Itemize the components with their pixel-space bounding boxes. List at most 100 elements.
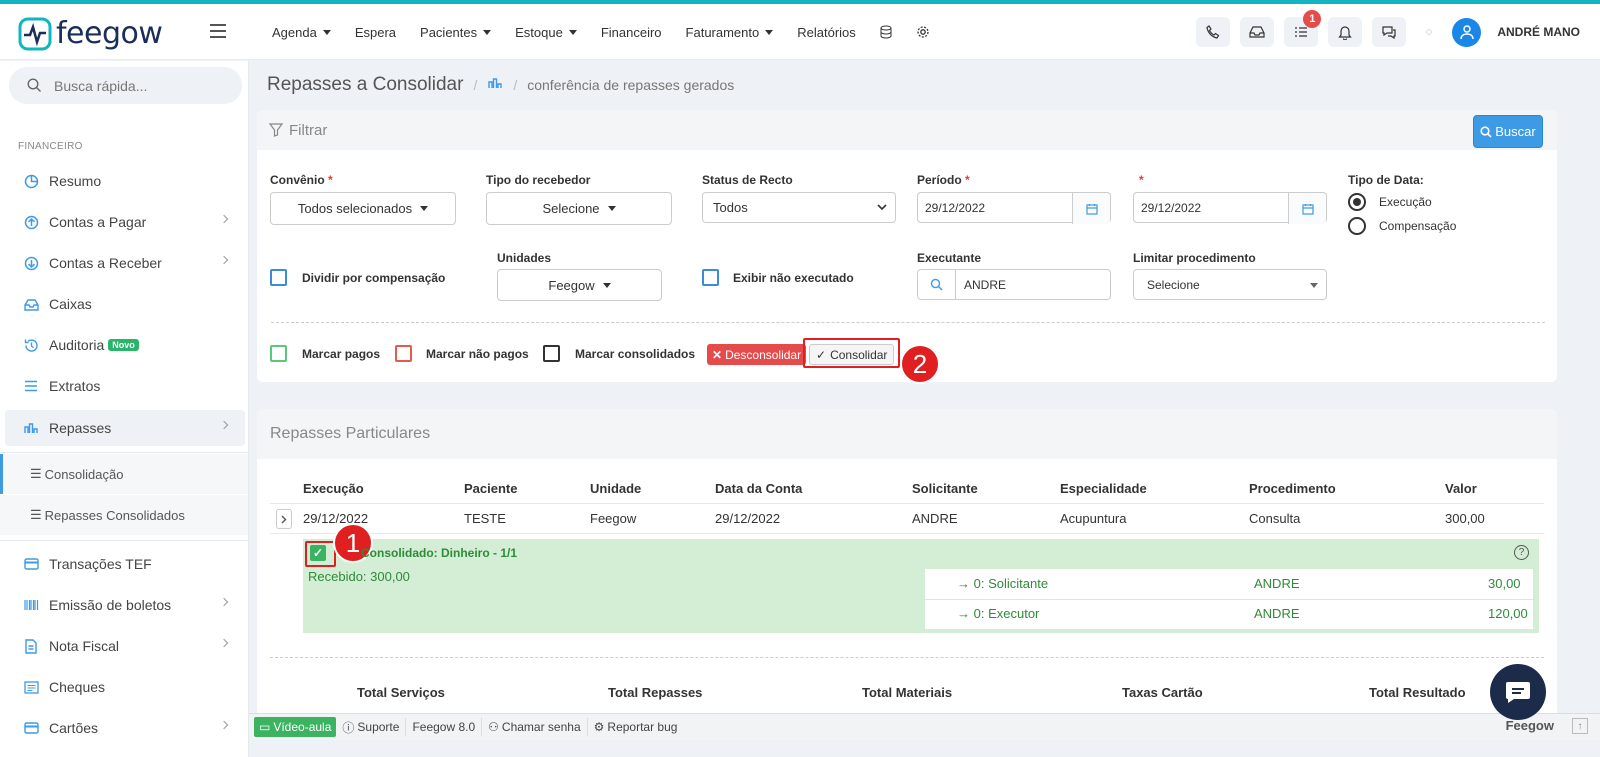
sidebar-item-contas-receber[interactable]: Contas a Receber <box>5 245 245 281</box>
sidebar-item-repasses[interactable]: Repasses <box>5 410 245 446</box>
menu-toggle-icon[interactable] <box>210 24 226 38</box>
detail-name: ANDRE <box>1254 606 1300 621</box>
status-select[interactable]: Todos <box>702 192 896 223</box>
search-input[interactable]: Busca rápida... <box>9 67 242 104</box>
marcar-pagos-checkbox[interactable] <box>270 345 287 362</box>
sidebar-item-cartoes[interactable]: Cartões <box>5 710 245 746</box>
arrow-down-circle-icon <box>23 255 39 271</box>
repasses-panel: Repasses Particulares Execução Paciente … <box>257 409 1557 719</box>
close-icon: ✕ <box>712 347 723 362</box>
logo[interactable]: feegow <box>18 16 163 51</box>
col-execucao: Execução <box>303 481 364 496</box>
database-icon[interactable] <box>880 25 892 39</box>
help-icon[interactable]: ? <box>1514 545 1529 560</box>
nav-pacientes[interactable]: Pacientes <box>420 24 492 40</box>
arrow-up-circle-icon <box>23 214 39 230</box>
tasks-icon[interactable]: 1 <box>1284 10 1322 47</box>
video-label: Vídeo-aula <box>273 720 332 734</box>
bell-icon[interactable] <box>1328 17 1363 47</box>
marcar-consolidados-checkbox[interactable] <box>543 345 560 362</box>
user-name[interactable]: ANDRÉ MANO <box>1497 25 1580 39</box>
toolbar-right: 1 ANDRÉ MANO <box>1196 4 1580 60</box>
periodo-from-input[interactable]: 29/12/2022 <box>917 192 1111 224</box>
chevron-right-icon <box>219 420 229 430</box>
tipo-data-compensacao-radio[interactable] <box>1348 217 1366 235</box>
detail-value: 120,00 <box>1488 606 1528 621</box>
periodo-label: Período * <box>917 173 970 187</box>
desconsolidar-button[interactable]: ✕ Desconsolidar <box>707 344 807 365</box>
video-aula-button[interactable]: ▭ Vídeo-aula <box>254 717 337 737</box>
dividir-checkbox[interactable] <box>270 269 287 286</box>
marcar-nao-pagos-checkbox[interactable] <box>395 345 412 362</box>
nav-relatorios[interactable]: Relatórios <box>797 25 856 40</box>
dividir-label: Dividir por compensação <box>302 271 446 285</box>
search-icon <box>27 78 41 92</box>
nav-espera[interactable]: Espera <box>355 25 396 40</box>
sidebar-item-transacoes-tef[interactable]: Transações TEF <box>5 546 245 582</box>
gear-icon[interactable] <box>916 25 930 39</box>
caret-down-icon <box>765 29 774 35</box>
sidebar-item-contas-pagar[interactable]: Contas a Pagar <box>5 204 245 240</box>
sidebar-item-cheques[interactable]: Cheques <box>5 669 245 705</box>
history-icon <box>23 337 39 353</box>
list-icon: ☰ <box>30 466 42 481</box>
sidebar-item-extratos[interactable]: Extratos <box>5 368 245 404</box>
expand-row-button[interactable] <box>276 509 292 529</box>
sidebar-item-label: Caixas <box>49 296 92 312</box>
chat-widget-button[interactable] <box>1490 664 1546 720</box>
chevron-down-icon <box>877 204 887 211</box>
sidebar-item-resumo[interactable]: Resumo <box>5 163 245 199</box>
sidebar-item-nota-fiscal[interactable]: Nota Fiscal <box>5 628 245 664</box>
tipo-recebedor-value: Selecione <box>542 201 600 216</box>
footer-brand: Feegow <box>1505 718 1554 733</box>
caret-down-icon <box>602 282 611 288</box>
cell-data-conta: 29/12/2022 <box>715 511 781 526</box>
nav-financeiro[interactable]: Financeiro <box>601 25 662 40</box>
breadcrumb-separator: / <box>473 77 478 93</box>
sidebar-item-auditoria[interactable]: Auditoria Novo <box>5 327 245 363</box>
nav-label: Pacientes <box>420 24 478 40</box>
main-content: Repasses a Consolidar / / conferência de… <box>249 61 1600 721</box>
barcode-icon <box>23 597 39 613</box>
sidebar-item-caixas[interactable]: Caixas <box>5 286 245 322</box>
calendar-icon[interactable] <box>1072 193 1110 224</box>
sidebar-subitem-repasses-consolidados[interactable]: ☰ Repasses Consolidados <box>0 495 248 535</box>
unidades-select[interactable]: Feegow <box>497 269 662 301</box>
chamar-senha-button[interactable]: ⚇ Chamar senha <box>482 718 588 736</box>
reportar-bug-button[interactable]: ⚙ Reportar bug <box>588 718 684 736</box>
inbox-icon[interactable] <box>1240 17 1275 47</box>
nav-agenda[interactable]: Agenda <box>272 25 331 40</box>
limitar-select[interactable]: Selecione <box>1133 269 1327 300</box>
periodo-to-input[interactable]: 29/12/2022 <box>1133 192 1327 224</box>
sidebar-item-boletos[interactable]: Emissão de boletos <box>5 587 245 623</box>
convenio-value: Todos selecionados <box>297 201 413 216</box>
tipo-recebedor-select[interactable]: Selecione <box>486 192 672 225</box>
executante-input[interactable]: ANDRE <box>917 269 1111 300</box>
sidebar-subitem-consolidacao[interactable]: ☰ Consolidação <box>0 454 248 494</box>
calendar-icon[interactable] <box>1288 193 1326 224</box>
phone-icon[interactable] <box>1196 17 1231 47</box>
nav-estoque[interactable]: Estoque <box>515 25 577 40</box>
divider <box>270 503 1544 504</box>
cell-paciente: TESTE <box>464 511 506 526</box>
convenio-select[interactable]: Todos selecionados <box>270 192 456 225</box>
suporte-label: Suporte <box>357 720 400 734</box>
suporte-link[interactable]: ⓘ Suporte <box>336 718 407 736</box>
sidebar-item-label: Repasses <box>49 420 112 436</box>
buscar-button[interactable]: Buscar <box>1473 115 1543 148</box>
nav-label: Estoque <box>515 24 563 40</box>
exibir-checkbox[interactable] <box>702 269 719 286</box>
subitem-label: Repasses Consolidados <box>44 507 185 523</box>
unidades-value: Feegow <box>548 277 595 293</box>
tipo-recebedor-label: Tipo do recebedor <box>486 173 591 187</box>
logo-icon <box>18 17 52 50</box>
chat-icon[interactable] <box>1372 17 1407 47</box>
bug-icon: ⚙ <box>593 720 605 734</box>
scroll-top-icon[interactable]: ↑ <box>1572 718 1588 734</box>
nav-faturamento[interactable]: Faturamento <box>686 25 774 40</box>
cheque-icon <box>23 679 39 695</box>
repasses-icon[interactable] <box>487 74 503 96</box>
tipo-data-execucao-radio[interactable] <box>1348 193 1366 211</box>
avatar[interactable] <box>1452 17 1482 47</box>
col-especialidade: Especialidade <box>1060 481 1147 496</box>
